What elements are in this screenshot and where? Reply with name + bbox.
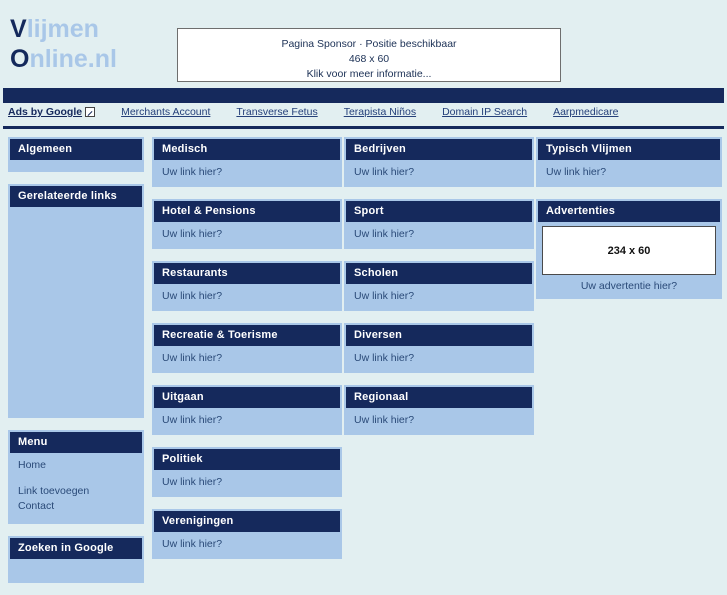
left-sidebar: Algemeen Gerelateerde links Menu Home Li… (8, 137, 144, 595)
add-link-prompt[interactable]: Uw link hier? (354, 351, 524, 365)
ad-link-1[interactable]: Transverse Fetus (236, 106, 317, 118)
category-card-regionaal: Regionaal Uw link hier? (344, 385, 534, 435)
add-link-prompt[interactable]: Uw link hier? (546, 165, 712, 179)
header-divider-bar (3, 88, 724, 103)
sidebar-menu-body: Home Link toevoegen Contact (10, 453, 142, 522)
sidebar-card-menu-title: Menu (10, 432, 142, 453)
category-column-3: Typisch Vlijmen Uw link hier? Advertenti… (536, 137, 722, 311)
sidebar-card-zoeken-in-google: Zoeken in Google (8, 536, 144, 583)
category-card-verenigingen-title: Verenigingen (154, 511, 340, 532)
category-card-typisch-vlijmen: Typisch Vlijmen Uw link hier? (536, 137, 722, 187)
page-content: Algemeen Gerelateerde links Menu Home Li… (0, 129, 727, 583)
external-link-icon[interactable] (85, 107, 96, 118)
category-card-politiek-body: Uw link hier? (154, 470, 340, 495)
category-column-2: Bedrijven Uw link hier? Sport Uw link hi… (344, 137, 534, 447)
category-card-hotel-pensions-title: Hotel & Pensions (154, 201, 340, 222)
category-card-medisch-body: Uw link hier? (154, 160, 340, 185)
category-card-sport-title: Sport (346, 201, 532, 222)
sidebar-card-gerelateerde-links-title: Gerelateerde links (10, 186, 142, 207)
category-card-bedrijven: Bedrijven Uw link hier? (344, 137, 534, 187)
advertenties-card-title: Advertenties (538, 201, 720, 222)
menu-spacer (18, 473, 134, 484)
category-column-1: Medisch Uw link hier? Hotel & Pensions U… (152, 137, 342, 571)
category-card-typisch-vlijmen-body: Uw link hier? (538, 160, 720, 185)
sidebar-card-algemeen-body (10, 160, 142, 170)
logo-line-1: Vlijmen (10, 14, 117, 44)
add-link-prompt[interactable]: Uw link hier? (162, 413, 332, 427)
category-card-uitgaan-body: Uw link hier? (154, 408, 340, 433)
category-card-hotel-pensions-body: Uw link hier? (154, 222, 340, 247)
ad-link-4[interactable]: Aarpmedicare (553, 106, 618, 118)
site-logo[interactable]: Vlijmen Online.nl (10, 14, 117, 74)
add-link-prompt[interactable]: Uw link hier? (162, 289, 332, 303)
add-link-prompt[interactable]: Uw link hier? (354, 289, 524, 303)
category-card-scholen-title: Scholen (346, 263, 532, 284)
category-card-recreatie-toerisme-body: Uw link hier? (154, 346, 340, 371)
sponsor-line-3: Klik voor meer informatie... (306, 68, 432, 80)
category-card-diversen-body: Uw link hier? (346, 346, 532, 371)
category-card-recreatie-toerisme-title: Recreatie & Toerisme (154, 325, 340, 346)
logo-word-lijmen: lijmen (26, 15, 99, 43)
add-link-prompt[interactable]: Uw link hier? (354, 413, 524, 427)
ads-by-google-label[interactable]: Ads by Google (8, 106, 82, 118)
category-card-politiek: Politiek Uw link hier? (152, 447, 342, 497)
add-link-prompt[interactable]: Uw link hier? (162, 351, 332, 365)
sidebar-card-menu: Menu Home Link toevoegen Contact (8, 430, 144, 524)
logo-capital-v: V (10, 15, 27, 43)
sidebar-card-gerelateerde-links: Gerelateerde links (8, 184, 144, 418)
category-card-medisch-title: Medisch (154, 139, 340, 160)
menu-item-contact[interactable]: Contact (18, 499, 134, 514)
category-card-regionaal-body: Uw link hier? (346, 408, 532, 433)
sponsor-line-1: Pagina Sponsor · Positie beschikbaar (281, 38, 457, 50)
google-ads-bar: Ads by Google Merchants Account Transverse… (0, 103, 727, 125)
category-card-regionaal-title: Regionaal (346, 387, 532, 408)
ad-slot-caption[interactable]: Uw advertentie hier? (538, 275, 720, 297)
menu-item-link-toevoegen[interactable]: Link toevoegen (18, 484, 134, 499)
category-card-verenigingen: Verenigingen Uw link hier? (152, 509, 342, 559)
page-header: Vlijmen Online.nl Pagina Sponsor · Posit… (0, 0, 727, 88)
ad-link-3[interactable]: Domain IP Search (442, 106, 527, 118)
category-card-diversen-title: Diversen (346, 325, 532, 346)
category-card-typisch-vlijmen-title: Typisch Vlijmen (538, 139, 720, 160)
add-link-prompt[interactable]: Uw link hier? (162, 165, 332, 179)
category-card-scholen-body: Uw link hier? (346, 284, 532, 309)
category-card-sport: Sport Uw link hier? (344, 199, 534, 249)
category-card-politiek-title: Politiek (154, 449, 340, 470)
sidebar-card-gerelateerde-links-body (10, 207, 142, 416)
category-card-medisch: Medisch Uw link hier? (152, 137, 342, 187)
category-card-scholen: Scholen Uw link hier? (344, 261, 534, 311)
add-link-prompt[interactable]: Uw link hier? (354, 165, 524, 179)
sidebar-card-zoeken-body (10, 559, 142, 581)
logo-word-online: nline.nl (29, 45, 117, 73)
category-card-sport-body: Uw link hier? (346, 222, 532, 247)
category-card-restaurants-body: Uw link hier? (154, 284, 340, 309)
add-link-prompt[interactable]: Uw link hier? (162, 227, 332, 241)
category-card-bedrijven-body: Uw link hier? (346, 160, 532, 185)
menu-item-home[interactable]: Home (18, 458, 134, 473)
ad-link-0[interactable]: Merchants Account (121, 106, 210, 118)
advertenties-card-body: 234 x 60 Uw advertentie hier? (538, 226, 720, 297)
category-card-uitgaan: Uitgaan Uw link hier? (152, 385, 342, 435)
add-link-prompt[interactable]: Uw link hier? (162, 537, 332, 551)
category-card-restaurants: Restaurants Uw link hier? (152, 261, 342, 311)
category-card-bedrijven-title: Bedrijven (346, 139, 532, 160)
sidebar-card-zoeken-title: Zoeken in Google (10, 538, 142, 559)
sponsor-line-2: 468 x 60 (348, 53, 390, 65)
sponsor-banner[interactable]: Pagina Sponsor · Positie beschikbaar 468… (177, 28, 561, 82)
ad-link-2[interactable]: Terapista Niños (344, 106, 416, 118)
sidebar-card-algemeen-title: Algemeen (10, 139, 142, 160)
category-card-uitgaan-title: Uitgaan (154, 387, 340, 408)
category-card-recreatie-toerisme: Recreatie & Toerisme Uw link hier? (152, 323, 342, 373)
logo-capital-o: O (10, 45, 30, 73)
logo-line-2: Online.nl (10, 44, 117, 74)
add-link-prompt[interactable]: Uw link hier? (162, 475, 332, 489)
ad-slot-234x60[interactable]: 234 x 60 (542, 226, 716, 275)
sidebar-card-algemeen: Algemeen (8, 137, 144, 172)
category-card-diversen: Diversen Uw link hier? (344, 323, 534, 373)
category-card-hotel-pensions: Hotel & Pensions Uw link hier? (152, 199, 342, 249)
add-link-prompt[interactable]: Uw link hier? (354, 227, 524, 241)
advertenties-card: Advertenties 234 x 60 Uw advertentie hie… (536, 199, 722, 299)
category-card-restaurants-title: Restaurants (154, 263, 340, 284)
